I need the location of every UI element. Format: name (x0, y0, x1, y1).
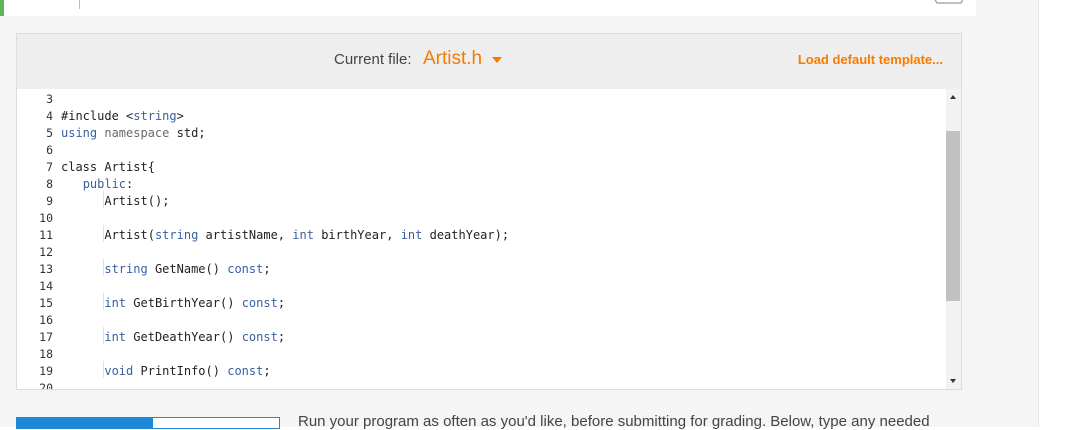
line-number: 3 (46, 92, 53, 106)
load-default-template-link[interactable]: Load default template... (798, 52, 943, 67)
code-line[interactable]: int GetDeathYear() const; (61, 329, 285, 346)
secondary-button[interactable] (152, 417, 280, 429)
line-number: 9 (46, 194, 53, 208)
indent-guide (103, 225, 104, 242)
line-number: 15 (39, 296, 53, 310)
indent-guide (103, 361, 104, 378)
current-file-dropdown[interactable]: Artist.h (423, 48, 482, 70)
code-line[interactable]: string GetName() const; (61, 261, 270, 278)
code-line[interactable]: class Artist{ (61, 159, 155, 176)
code-line[interactable]: Artist(string artistName, int birthYear,… (61, 227, 509, 244)
status-accent-bar (0, 0, 4, 16)
line-number: 5 (46, 126, 53, 140)
indent-guide (103, 259, 104, 276)
indent-guide (103, 327, 104, 344)
code-editor-card: Current file: Artist.h Load default temp… (16, 33, 962, 390)
indent-guide (103, 191, 104, 208)
line-number: 18 (39, 347, 53, 361)
current-file-label: Current file: (334, 51, 412, 68)
scroll-up-icon[interactable] (950, 95, 956, 99)
line-number: 12 (39, 245, 53, 259)
line-number-gutter: 3 4 5 6 7 8 9 10 11 12 13 14 15 16 17 18 19 20 (17, 89, 55, 389)
code-line[interactable]: #include <string> (61, 108, 184, 125)
code-area[interactable]: #include <string> using namespace std; cla… (61, 89, 941, 389)
indent-guide (103, 293, 104, 310)
code-line[interactable]: using namespace std; (61, 125, 206, 142)
top-divider (79, 0, 80, 9)
code-line[interactable]: int GetBirthYear() const; (61, 295, 285, 312)
instructions-text: Run your program as often as you'd like,… (298, 413, 930, 430)
line-number: 6 (46, 143, 53, 157)
line-number: 4 (46, 109, 53, 123)
vertical-scrollbar-thumb[interactable] (946, 131, 960, 301)
line-number: 14 (39, 279, 53, 293)
run-program-button[interactable] (16, 417, 152, 429)
line-number: 17 (39, 330, 53, 344)
file-selector-bar: Current file: Artist.h Load default temp… (17, 34, 961, 89)
line-number: 13 (39, 262, 53, 276)
code-line[interactable]: Artist(); (61, 193, 169, 210)
code-line[interactable]: public: (61, 176, 134, 193)
line-number: 19 (39, 364, 53, 378)
hexagon-icon (934, 0, 964, 4)
line-number: 11 (39, 228, 53, 242)
line-number: 10 (39, 211, 53, 225)
line-number: 8 (46, 177, 53, 191)
caret-down-icon[interactable] (492, 57, 502, 63)
line-number: 16 (39, 313, 53, 327)
line-number: 20 (39, 381, 53, 389)
right-rail (1038, 0, 1072, 427)
line-number: 7 (46, 160, 53, 174)
code-editor[interactable]: 3 4 5 6 7 8 9 10 11 12 13 14 15 16 17 18 19 20 #include <… (17, 89, 961, 389)
scroll-down-icon[interactable] (950, 379, 956, 383)
code-line[interactable]: void PrintInfo() const; (61, 363, 270, 380)
activity-strip (0, 0, 976, 16)
